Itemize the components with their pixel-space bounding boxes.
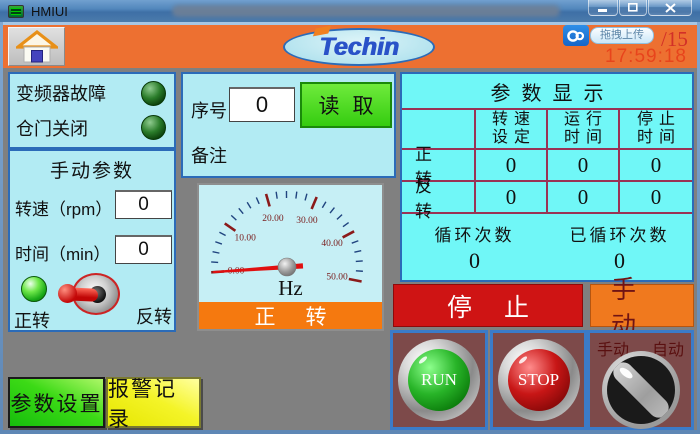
titlebar: HMIUI — [0, 0, 700, 22]
reverse-stoptime-value: 0 — [620, 182, 692, 212]
run-pushbutton-panel: RUN — [390, 330, 488, 430]
params-table: 参数显示 转速 设定 运行 时间 停止 时间 正转 0 0 0 反转 0 0 — [402, 74, 692, 214]
gauge-unit-label: Hz — [199, 276, 382, 301]
reverse-runtime-value: 0 — [548, 182, 620, 212]
svg-text:10.00: 10.00 — [235, 234, 257, 244]
hmi-window: HMIUI — [0, 0, 700, 434]
cycles-value: 0 — [469, 248, 480, 274]
mode-selector-panel: 手动 自动 — [587, 330, 694, 430]
brand-logo: Techin — [283, 28, 435, 66]
alarm-panel: 变频器故障 仓门关闭 — [8, 72, 176, 149]
app-icon — [8, 5, 24, 18]
time-input[interactable] — [115, 235, 172, 264]
direction-toggle-switch[interactable] — [62, 273, 120, 317]
header-run-time: 运行 时间 — [548, 110, 620, 148]
forward-speed-value: 0 — [476, 150, 548, 180]
stop-pushbutton-panel: STOP — [490, 330, 587, 430]
forward-label: 正转 — [14, 307, 50, 333]
main-content: Techin 拖拽上传 /15 17:59:18 变频器故障 — [3, 22, 697, 430]
window-title: HMIUI — [31, 4, 68, 19]
alarm-record-button[interactable]: 报警记录 — [106, 377, 201, 428]
maximize-button[interactable] — [619, 0, 647, 16]
reverse-speed-value: 0 — [476, 182, 548, 212]
serial-input[interactable] — [229, 87, 295, 122]
svg-text:30.00: 30.00 — [296, 216, 318, 226]
speed-input[interactable] — [115, 190, 172, 219]
params-table-title: 参数显示 — [402, 74, 692, 110]
cycles-label: 循环次数 — [435, 221, 515, 246]
run-pushbutton-face: RUN — [408, 349, 470, 411]
note-label: 备注 — [191, 142, 227, 168]
stop-pushbutton[interactable]: STOP — [498, 339, 580, 421]
manual-mode-button[interactable]: 手动 — [590, 284, 694, 327]
titlebar-blurred-text — [172, 5, 560, 17]
params-display-panel: 参数显示 转速 设定 运行 时间 停止 时间 正转 0 0 0 反转 0 0 — [400, 72, 694, 282]
close-icon[interactable] — [648, 0, 692, 16]
svg-text:20.00: 20.00 — [262, 214, 284, 224]
gauge-status-bar: 正转 — [199, 302, 382, 329]
stop-button[interactable]: 停止 — [393, 284, 583, 327]
svg-text:40.00: 40.00 — [321, 239, 343, 249]
minimize-button[interactable] — [588, 0, 618, 16]
read-panel: 序号 读取 备注 — [181, 72, 396, 178]
drag-upload-button[interactable]: 拖拽上传 — [590, 27, 654, 44]
params-settings-button[interactable]: 参数设置 — [8, 377, 105, 428]
selector-knob-face — [607, 356, 675, 424]
forward-stoptime-value: 0 — [620, 150, 692, 180]
inverter-fault-led-icon — [141, 81, 166, 106]
time-label: 时间（min） — [15, 240, 110, 265]
home-icon — [16, 29, 58, 64]
alarm-row-door: 仓门关闭 — [10, 115, 174, 141]
toggle-ball — [58, 284, 77, 303]
door-closed-led-icon — [141, 115, 166, 140]
header-bar: Techin 拖拽上传 /15 17:59:18 — [3, 25, 697, 68]
frequency-gauge-panel: 0.0010.0020.0030.0040.0050.00 Hz 正转 — [197, 183, 384, 331]
header-stop-time: 停止 时间 — [620, 110, 692, 148]
brand-logo-text: Techin — [319, 33, 399, 62]
manual-params-title: 手动参数 — [10, 156, 174, 183]
cloud-upload-widget: 拖拽上传 — [563, 25, 654, 46]
speed-label: 转速（rpm） — [15, 195, 112, 220]
row-reverse-label: 反转 — [402, 182, 476, 212]
forward-runtime-value: 0 — [548, 150, 620, 180]
table-row-reverse: 反转 0 0 0 — [402, 182, 692, 212]
home-button[interactable] — [8, 27, 65, 66]
inverter-fault-label: 变频器故障 — [16, 80, 106, 106]
manual-params-panel: 手动参数 转速（rpm） 时间（min） 正转 反转 — [8, 149, 176, 332]
header-speed-setting: 转速 设定 — [476, 110, 548, 148]
cycles-set: 循环次数 0 — [402, 214, 547, 280]
reverse-label: 反转 — [136, 303, 172, 329]
door-closed-label: 仓门关闭 — [16, 115, 88, 141]
cloud-sync-icon[interactable] — [563, 25, 589, 46]
read-button[interactable]: 读取 — [300, 82, 392, 128]
cycles-done-label: 已循环次数 — [570, 221, 670, 246]
serial-label: 序号 — [191, 97, 227, 123]
clock-display: 17:59:18 — [605, 46, 687, 68]
run-pushbutton[interactable]: RUN — [398, 339, 480, 421]
alarm-row-inverter: 变频器故障 — [10, 80, 174, 106]
mode-selector-switch[interactable] — [602, 351, 680, 429]
forward-run-led-icon — [21, 276, 47, 302]
stop-pushbutton-face: STOP — [508, 349, 570, 411]
selector-lever — [609, 358, 673, 422]
